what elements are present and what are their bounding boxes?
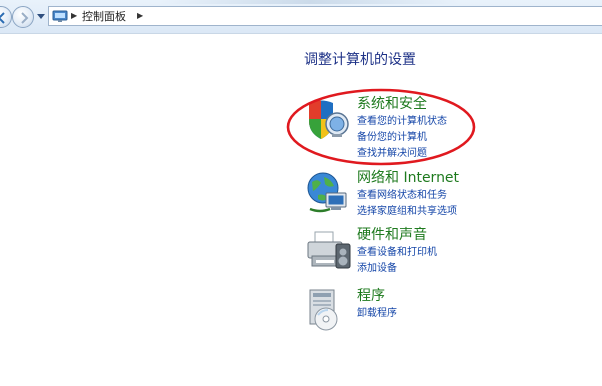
recent-pages-dropdown-icon[interactable] xyxy=(37,14,45,20)
toolbar-ghost-text xyxy=(160,0,460,4)
back-button[interactable] xyxy=(0,6,12,28)
category-title-network-internet[interactable]: 网络和 Internet xyxy=(357,169,459,187)
address-bar[interactable]: ▶ 控制面板 ▶ xyxy=(48,6,602,26)
breadcrumb-separator-icon[interactable]: ▶ xyxy=(71,11,77,20)
link-add-device[interactable]: 添加设备 xyxy=(357,262,397,275)
link-view-network-status[interactable]: 查看网络状态和任务 xyxy=(357,189,447,202)
address-toolbar: ▶ 控制面板 ▶ xyxy=(0,0,602,34)
link-uninstall-program[interactable]: 卸载程序 xyxy=(357,307,397,320)
highlight-ellipse xyxy=(286,88,476,166)
globe-network-icon[interactable] xyxy=(304,169,352,217)
breadcrumb-separator-icon[interactable]: ▶ xyxy=(137,11,143,20)
page-title: 调整计算机的设置 xyxy=(304,52,416,68)
category-title-hardware-sound[interactable]: 硬件和声音 xyxy=(357,226,427,244)
printer-hardware-icon[interactable] xyxy=(304,226,352,274)
back-arrow-icon xyxy=(0,12,5,24)
breadcrumb-control-panel[interactable]: 控制面板 xyxy=(82,10,126,23)
forward-arrow-icon xyxy=(21,12,29,24)
programs-icon[interactable] xyxy=(304,287,352,335)
control-panel-icon xyxy=(52,10,68,22)
forward-button[interactable] xyxy=(12,6,34,28)
category-title-programs[interactable]: 程序 xyxy=(357,287,385,305)
link-view-devices-printers[interactable]: 查看设备和打印机 xyxy=(357,246,437,259)
link-homegroup-sharing[interactable]: 选择家庭组和共享选项 xyxy=(357,205,457,218)
